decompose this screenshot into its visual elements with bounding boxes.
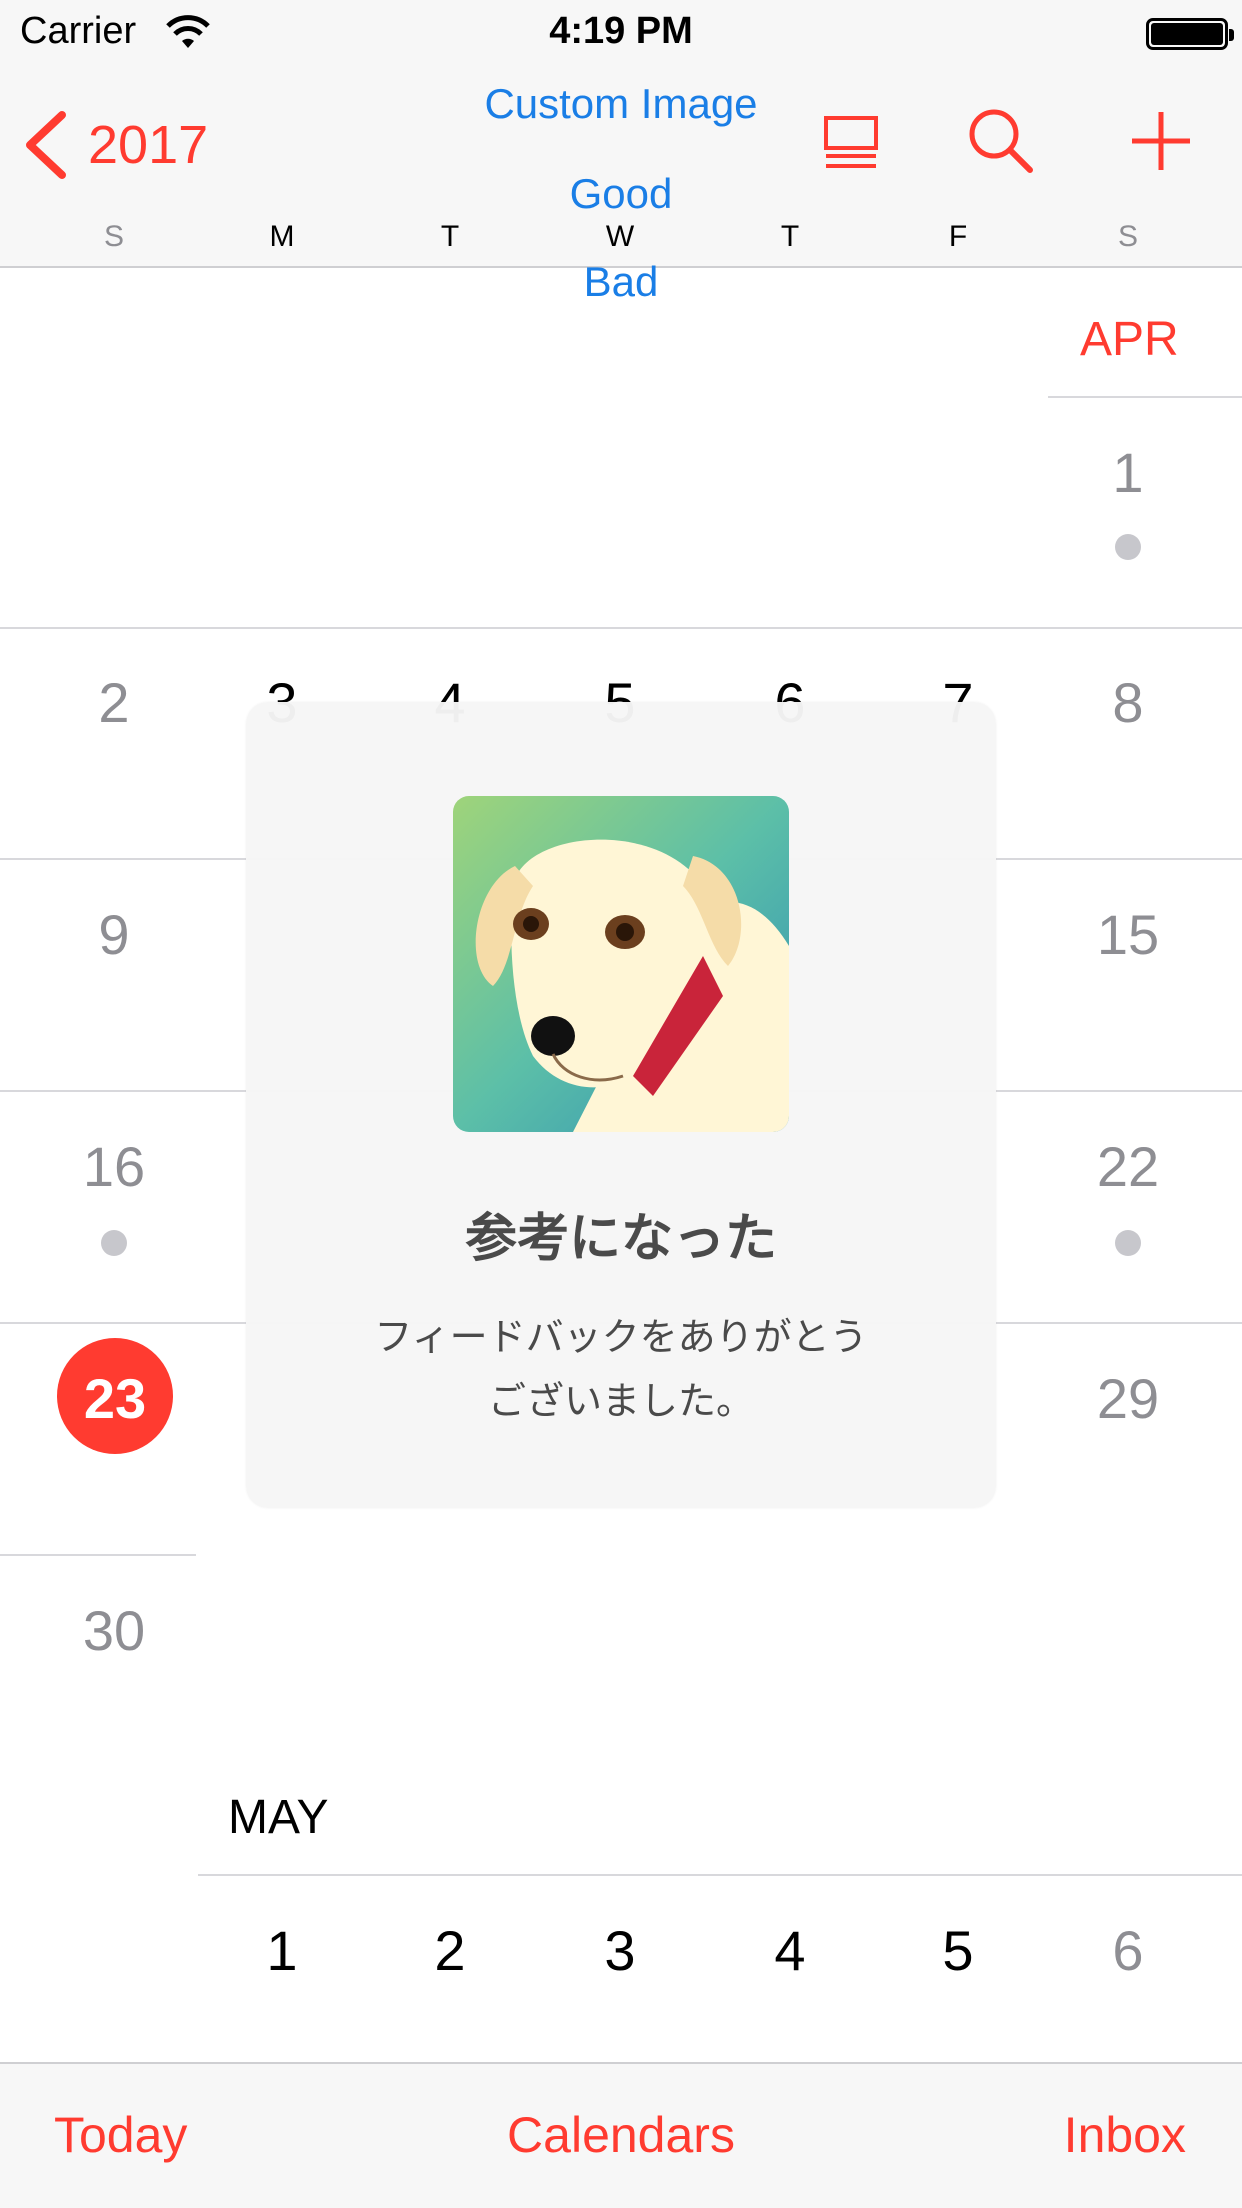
day-may-5[interactable]: 5 [888,1918,1028,1983]
day-apr-22[interactable]: 22 [1058,1134,1198,1199]
day-apr-16[interactable]: 16 [44,1134,184,1199]
weekday-thu: T [780,220,800,253]
day-apr-23-today[interactable]: 23 [45,1366,185,1431]
dog-illustration [453,796,789,1132]
tab-calendars[interactable]: Calendars [0,2106,1242,2164]
weekday-sun: S [103,220,124,253]
custom-image-link[interactable]: Custom Image [0,80,1242,128]
search-icon[interactable] [956,96,1046,186]
weekday-sat: S [1117,220,1138,253]
feedback-message-line1: フィードバックをありがとう [374,1317,868,1359]
weekday-wed: W [605,220,635,253]
feedback-message: フィードバックをありがとう ございました。 [246,1306,996,1434]
tab-inbox[interactable]: Inbox [1064,2106,1186,2164]
feedback-message-line2: ございました。 [487,1381,754,1423]
day-apr-29[interactable]: 29 [1058,1366,1198,1431]
feedback-overlay: 参考になった フィードバックをありがとう ございました。 [246,702,996,1508]
weekday-mon: M [269,220,295,253]
month-label-may: MAY [228,1791,329,1844]
day-apr-15[interactable]: 15 [1058,902,1198,967]
day-apr-2[interactable]: 2 [44,670,184,735]
day-apr-30[interactable]: 30 [44,1598,184,1663]
nav-bar: 2017 Custom Image Good S M T W T F S [0,66,1242,268]
day-may-1[interactable]: 1 [212,1918,352,1983]
weekday-tue: T [440,220,460,253]
divider [1048,396,1242,398]
battery-icon [1146,18,1234,50]
bad-link[interactable]: Bad [0,258,1242,306]
divider [0,627,1242,629]
day-may-2[interactable]: 2 [380,1918,520,1983]
day-apr-8[interactable]: 8 [1058,670,1198,735]
day-apr-9[interactable]: 9 [44,902,184,967]
month-label-apr: APR [1080,313,1179,366]
day-may-3[interactable]: 3 [550,1918,690,1983]
day-apr-1[interactable]: 1 [1058,440,1198,505]
weekday-fri: F [948,220,968,253]
tab-bar: Today Calendars Inbox [0,2062,1242,2208]
list-view-icon[interactable] [806,96,896,186]
status-time: 4:19 PM [549,10,693,52]
day-may-6[interactable]: 6 [1058,1918,1198,1983]
add-event-icon[interactable] [1116,96,1206,186]
good-link[interactable]: Good [0,170,1242,218]
event-dot [101,1230,127,1256]
divider [198,1874,1242,1876]
divider [0,1554,196,1556]
feedback-title: 参考になった [464,1210,777,1268]
day-may-4[interactable]: 4 [720,1918,860,1983]
event-dot [1115,534,1141,560]
event-dot [1115,1230,1141,1256]
status-bar: Carrier 4:19 PM [0,0,1242,66]
